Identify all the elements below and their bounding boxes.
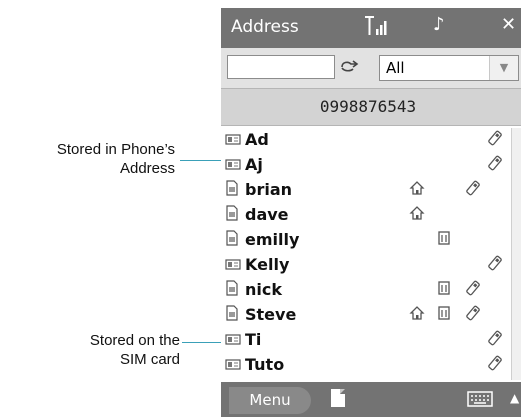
filter-selected-value: All — [386, 59, 405, 77]
contact-name: Ti — [245, 330, 262, 349]
contact-name: Steve — [245, 305, 297, 324]
contact-name: dave — [245, 205, 289, 224]
home-icon — [409, 205, 425, 225]
callout-phone-line1: Stored in Phone’s — [56, 141, 175, 158]
contact-name: Kelly — [245, 255, 290, 274]
list-item[interactable]: Aj — [221, 153, 511, 178]
list-item[interactable]: Kelly — [221, 253, 511, 278]
home-icon — [409, 305, 425, 325]
sim-card-icon — [225, 180, 239, 200]
callout-sim-line2: SIM card — [119, 351, 180, 368]
scrollbar[interactable] — [511, 128, 521, 380]
list-item[interactable]: Ti — [221, 328, 511, 353]
contact-name: emilly — [245, 230, 300, 249]
close-icon[interactable]: ✕ — [501, 14, 516, 35]
list-item[interactable]: Ad — [221, 128, 511, 153]
callout-phone-line2: Address — [119, 160, 175, 177]
contact-list: Ad Aj brian dave emilly Kelly nick Steve Ti Tuto — [221, 128, 521, 380]
callout-sim-line — [182, 342, 225, 343]
phone-address-icon — [225, 133, 241, 148]
number-bar: 0998876543 — [221, 88, 521, 126]
search-input[interactable] — [227, 55, 335, 79]
search-row: All ▼ — [221, 48, 521, 88]
phone-address-icon — [225, 258, 241, 273]
phone-address-icon — [225, 333, 241, 348]
list-item[interactable]: Steve — [221, 303, 511, 328]
sim-card-icon — [225, 305, 239, 325]
mobile-icon — [487, 155, 503, 175]
list-item[interactable]: Tuto — [221, 353, 511, 378]
clear-search-icon[interactable] — [339, 58, 361, 78]
office-icon — [437, 230, 451, 250]
contact-name: nick — [245, 280, 282, 299]
new-document-icon[interactable] — [331, 389, 345, 407]
up-arrow-icon[interactable]: ▲ — [510, 391, 519, 405]
callout-sim-label: Stored on the SIM card — [0, 331, 180, 369]
list-item[interactable]: emilly — [221, 228, 511, 253]
office-icon — [437, 280, 451, 300]
sim-card-icon — [225, 205, 239, 225]
signal-icon — [363, 14, 389, 43]
office-icon — [437, 305, 451, 325]
mobile-icon — [465, 180, 481, 200]
soft-key-bar: Menu ▲ — [221, 382, 521, 417]
app-title: Address — [231, 17, 299, 37]
keyboard-icon[interactable] — [467, 391, 493, 412]
callout-phone-label: Stored in Phone’s Address — [0, 140, 175, 178]
mobile-icon — [465, 280, 481, 300]
title-bar: Address ♪ ✕ — [221, 8, 521, 48]
mobile-icon — [487, 130, 503, 150]
list-item[interactable]: dave — [221, 203, 511, 228]
list-item[interactable]: nick — [221, 278, 511, 303]
phone-number: 0998876543 — [319, 97, 417, 116]
contact-name: Ad — [245, 130, 269, 149]
callout-sim-line1: Stored on the — [89, 332, 180, 349]
phone-screen: Address ♪ ✕ All ▼ 0998876543 Ad Aj brian d — [221, 8, 521, 417]
contact-name: brian — [245, 180, 293, 199]
mobile-icon — [465, 305, 481, 325]
mobile-icon — [487, 255, 503, 275]
chevron-down-icon[interactable]: ▼ — [489, 56, 518, 80]
mobile-icon — [487, 330, 503, 350]
home-icon — [409, 180, 425, 200]
music-note-icon[interactable]: ♪ — [433, 14, 445, 35]
phone-address-icon — [225, 158, 241, 173]
list-item[interactable]: brian — [221, 178, 511, 203]
mobile-icon — [487, 355, 503, 375]
sim-card-icon — [225, 280, 239, 300]
filter-select[interactable]: All ▼ — [379, 55, 519, 81]
phone-address-icon — [225, 358, 241, 373]
menu-button[interactable]: Menu — [229, 387, 311, 414]
contact-name: Tuto — [245, 355, 285, 374]
contact-name: Aj — [245, 155, 263, 174]
callout-phone-line — [180, 160, 225, 161]
sim-card-icon — [225, 230, 239, 250]
